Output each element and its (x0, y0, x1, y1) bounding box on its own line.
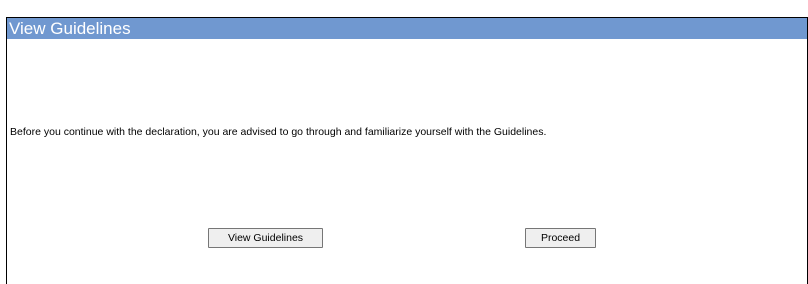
guidelines-panel: View Guidelines Before you continue with… (6, 17, 808, 284)
proceed-button[interactable]: Proceed (525, 228, 596, 248)
guidelines-message: Before you continue with the declaration… (10, 126, 547, 138)
view-guidelines-button[interactable]: View Guidelines (208, 228, 323, 248)
page-title: View Guidelines (7, 18, 807, 39)
